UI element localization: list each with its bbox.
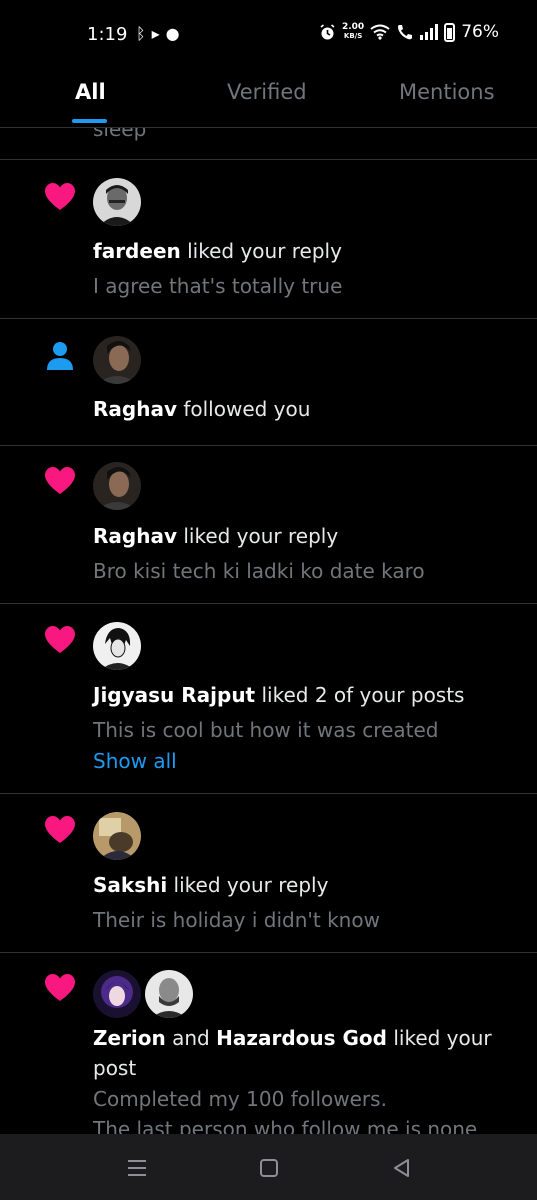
notification-headline: Raghav followed you [93,397,311,421]
notification-headline: Jigyasu Rajput liked 2 of your posts [93,683,465,707]
notifications-feed[interactable]: sleep fardeen liked your reply I agree t… [0,128,537,1134]
notification-item[interactable]: Raghav followed you [0,319,537,446]
notification-headline: Sakshi liked your reply [93,873,329,897]
avatar[interactable] [93,462,141,510]
username[interactable]: Zerion [93,1026,166,1050]
avatar[interactable] [93,178,141,226]
battery-icon [444,22,456,42]
heart-icon [45,467,75,494]
notification-headline: fardeen liked your reply [93,239,342,263]
notification-item-partial[interactable]: sleep [0,128,537,160]
menu-icon[interactable] [125,1156,149,1180]
username[interactable]: fardeen [93,239,181,263]
clock: 1:19 [87,24,128,45]
avatar[interactable] [93,336,141,384]
alarm-icon [320,23,335,39]
tab-mentions[interactable]: Mentions [399,80,495,104]
wifi-icon [370,24,390,40]
heart-icon [45,816,75,843]
person-icon [47,342,73,370]
signal-icon [420,24,439,40]
notification-headline: Raghav liked your reply [93,524,339,548]
network-speed: 2.00 KB/S [341,22,365,41]
preview-text: Bro kisi tech ki ladki ko date karo [93,559,425,583]
notification-item[interactable]: Zerion and Hazardous God liked your post… [0,953,537,1134]
preview-text: Completed my 100 followers. [93,1087,387,1111]
avatar[interactable] [93,812,141,860]
username[interactable]: Hazardous God [216,1026,387,1050]
preview-text: The last person who follow me is none [93,1117,478,1134]
back-triangle-icon[interactable] [390,1156,414,1180]
system-navigation-bar [0,1134,537,1200]
preview-text: Their is holiday i didn't know [93,908,380,932]
active-tab-indicator [72,119,107,123]
home-square-icon[interactable] [257,1156,281,1180]
username[interactable]: Jigyasu Rajput [93,683,255,707]
preview-text: I agree that's totally true [93,274,343,298]
preview-text: This is cool but how it was created [93,718,439,742]
notification-item[interactable]: Raghav liked your reply Bro kisi tech ki… [0,446,537,604]
notification-icons: ᛒ▸● [136,24,186,43]
avatar[interactable] [93,622,141,670]
status-bar: 1:19 ᛒ▸● 2.00 KB/S 76% [0,0,537,70]
heart-icon [45,974,75,1001]
username[interactable]: Sakshi [93,873,167,897]
bluetooth-arrow-icon: ᛒ▸ [136,24,166,43]
notification-headline: Zerion and Hazardous God liked your post [93,1026,492,1080]
tab-verified[interactable]: Verified [227,80,307,104]
avatar[interactable] [145,970,193,1018]
chat-bubble-icon: ● [165,24,186,43]
show-all-link[interactable]: Show all [93,749,177,773]
tab-all[interactable]: All [75,80,106,104]
notification-item[interactable]: Sakshi liked your reply Their is holiday… [0,794,537,953]
notification-item[interactable]: fardeen liked your reply I agree that's … [0,160,537,319]
system-icons: 2.00 KB/S 76% [319,22,499,42]
preview-text-cut: sleep [93,128,147,141]
username[interactable]: Raghav [93,397,177,421]
wifi-calling-icon [398,25,413,40]
notification-tabs: All Verified Mentions [0,70,537,128]
username[interactable]: Raghav [93,524,177,548]
battery-percent: 76% [461,22,499,42]
heart-icon [45,626,75,653]
avatar[interactable] [93,970,141,1018]
heart-icon [45,183,75,210]
notification-item[interactable]: Jigyasu Rajput liked 2 of your posts Thi… [0,604,537,794]
